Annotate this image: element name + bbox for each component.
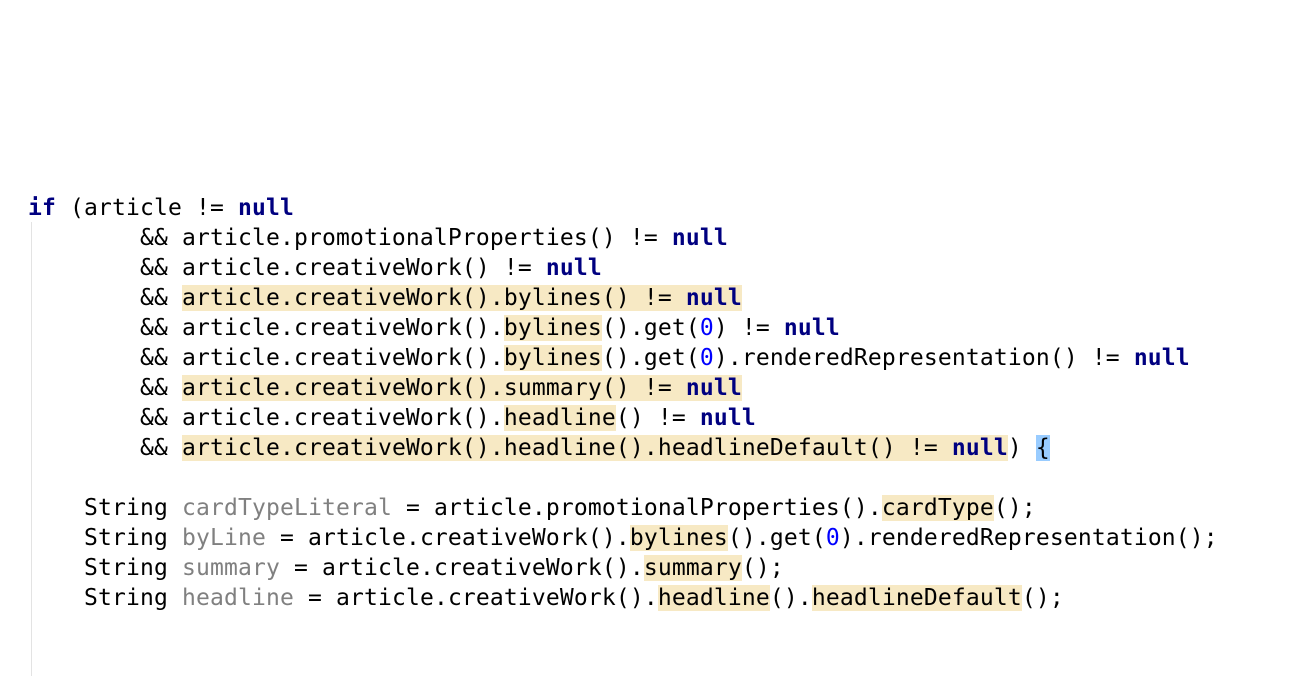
code-token: article.creativeWork().headline().headli…: [181, 435, 952, 461]
code-line[interactable]: String byLine = article.creativeWork().b…: [28, 523, 1218, 553]
code-line[interactable]: && article.promotionalProperties() != nu…: [28, 223, 728, 253]
code-token: 0: [825, 525, 840, 551]
code-line[interactable]: && article.creativeWork().headline().hea…: [28, 433, 1050, 463]
code-token: 0: [699, 345, 714, 371]
code-token: null: [671, 225, 728, 251]
code-token: = article.promotionalProperties().: [391, 495, 882, 521]
code-token: article.creativeWork().bylines() !=: [181, 285, 686, 311]
code-token: cardType: [881, 495, 994, 521]
code-line[interactable]: String headline = article.creativeWork()…: [28, 583, 1064, 613]
code-line[interactable]: String cardTypeLiteral = article.promoti…: [28, 493, 1036, 523]
code-line[interactable]: && article.creativeWork().bylines().get(…: [28, 313, 840, 343]
code-token: headlineDefault: [811, 585, 1022, 611]
code-token: null: [1133, 345, 1190, 371]
code-line[interactable]: if (article != null: [28, 193, 294, 223]
code-token: ().: [769, 585, 812, 611]
code-token: && article.creativeWork().: [139, 315, 504, 341]
code-token: ().get(: [601, 345, 700, 371]
code-token: bylines: [629, 525, 728, 551]
code-token: (article !=: [56, 195, 238, 221]
code-token: &&: [139, 435, 182, 461]
code-token: ();: [741, 555, 784, 581]
code-token: {: [1035, 435, 1050, 461]
code-token: ();: [993, 495, 1036, 521]
code-token: null: [783, 315, 840, 341]
code-line[interactable]: && article.creativeWork().bylines() != n…: [28, 283, 742, 313]
code-token: String: [84, 585, 182, 611]
code-token: bylines: [503, 315, 602, 341]
code-token: headline: [181, 585, 294, 611]
code-token: summary: [181, 555, 280, 581]
code-token: ).renderedRepresentation();: [839, 525, 1218, 551]
code-token: = article.creativeWork().: [265, 525, 630, 551]
code-token: null: [545, 255, 602, 281]
code-token: summary: [643, 555, 742, 581]
code-token: cardTypeLiteral: [181, 495, 392, 521]
code-token: ) !=: [713, 315, 784, 341]
code-token: && article.promotionalProperties() !=: [139, 225, 672, 251]
code-token: null: [699, 405, 756, 431]
code-line[interactable]: String summary = article.creativeWork().…: [28, 553, 784, 583]
code-token: ): [1007, 435, 1036, 461]
code-token: ().get(: [727, 525, 826, 551]
code-token: null: [685, 375, 742, 401]
code-token: String: [84, 525, 182, 551]
code-token: ).renderedRepresentation() !=: [713, 345, 1134, 371]
code-token: article.creativeWork().summary() !=: [181, 375, 686, 401]
code-token: = article.creativeWork().: [279, 555, 644, 581]
code-token: null: [685, 285, 742, 311]
code-token: null: [237, 195, 294, 221]
code-token: &&: [139, 375, 182, 401]
code-token: && article.creativeWork().: [139, 345, 504, 371]
code-token: bylines: [503, 345, 602, 371]
code-line[interactable]: && article.creativeWork().summary() != n…: [28, 373, 742, 403]
code-token: ().get(: [601, 315, 700, 341]
code-token: ();: [1021, 585, 1064, 611]
code-line[interactable]: && article.creativeWork().bylines().get(…: [28, 343, 1190, 373]
code-token: && article.creativeWork() !=: [139, 255, 546, 281]
code-token: if: [28, 195, 56, 221]
code-token: && article.creativeWork().: [139, 405, 504, 431]
code-token: () !=: [615, 405, 700, 431]
code-token: headline: [657, 585, 770, 611]
code-token: null: [951, 435, 1008, 461]
code-token: 0: [699, 315, 714, 341]
code-token: = article.creativeWork().: [293, 585, 658, 611]
code-token: headline: [503, 405, 616, 431]
code-token: &&: [139, 285, 182, 311]
code-token: String: [84, 555, 182, 581]
code-editor[interactable]: if (article != null && article.promotion…: [0, 0, 1300, 676]
code-line[interactable]: && article.creativeWork() != null: [28, 253, 602, 283]
code-token: byLine: [181, 525, 266, 551]
code-token: String: [84, 495, 182, 521]
code-line[interactable]: && article.creativeWork().headline() != …: [28, 403, 756, 433]
